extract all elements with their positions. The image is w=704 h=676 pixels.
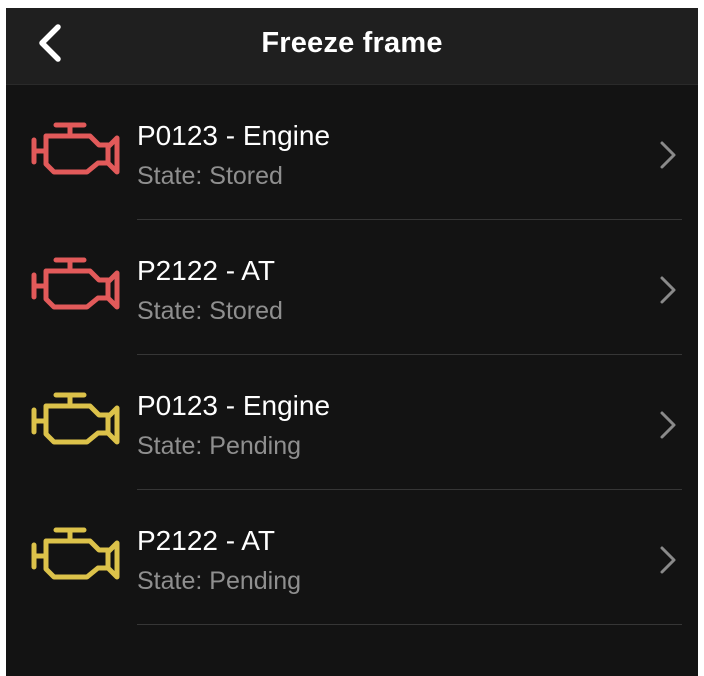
engine-warning-icon: [31, 527, 120, 580]
dtc-state: State: Stored: [137, 297, 283, 325]
chevron-right-icon: [660, 411, 676, 439]
dtc-code: P0123 - Engine: [137, 120, 331, 151]
engine-warning-icon: [31, 257, 120, 310]
engine-warning-icon: [31, 392, 120, 445]
dtc-list-item[interactable]: P0123 - Engine State: Pending: [6, 355, 698, 490]
page-title: Freeze frame: [261, 27, 443, 59]
dtc-list-item[interactable]: P0123 - Engine State: Stored: [6, 85, 698, 220]
freeze-frame-screen: Freeze frame P0123 - Engine State: Store…: [6, 8, 698, 676]
dtc-list-item[interactable]: P2122 - AT State: Pending: [6, 490, 698, 625]
navigation-bar: Freeze frame: [6, 8, 698, 85]
dtc-state: State: Pending: [137, 567, 302, 595]
chevron-right-icon: [660, 276, 676, 304]
row-divider: [137, 624, 682, 625]
chevron-right-icon: [660, 141, 676, 169]
dtc-state: State: Pending: [137, 432, 302, 460]
dtc-code: P2122 - AT: [137, 525, 276, 556]
dtc-code: P0123 - Engine: [137, 390, 331, 421]
dtc-list-item[interactable]: P2122 - AT State: Stored: [6, 220, 698, 355]
chevron-right-icon: [660, 546, 676, 574]
engine-warning-icon: [31, 122, 120, 175]
dtc-list: P0123 - Engine State: Stored P2122 - AT …: [6, 85, 698, 625]
dtc-state: State: Stored: [137, 162, 283, 190]
dtc-code: P2122 - AT: [137, 255, 276, 286]
